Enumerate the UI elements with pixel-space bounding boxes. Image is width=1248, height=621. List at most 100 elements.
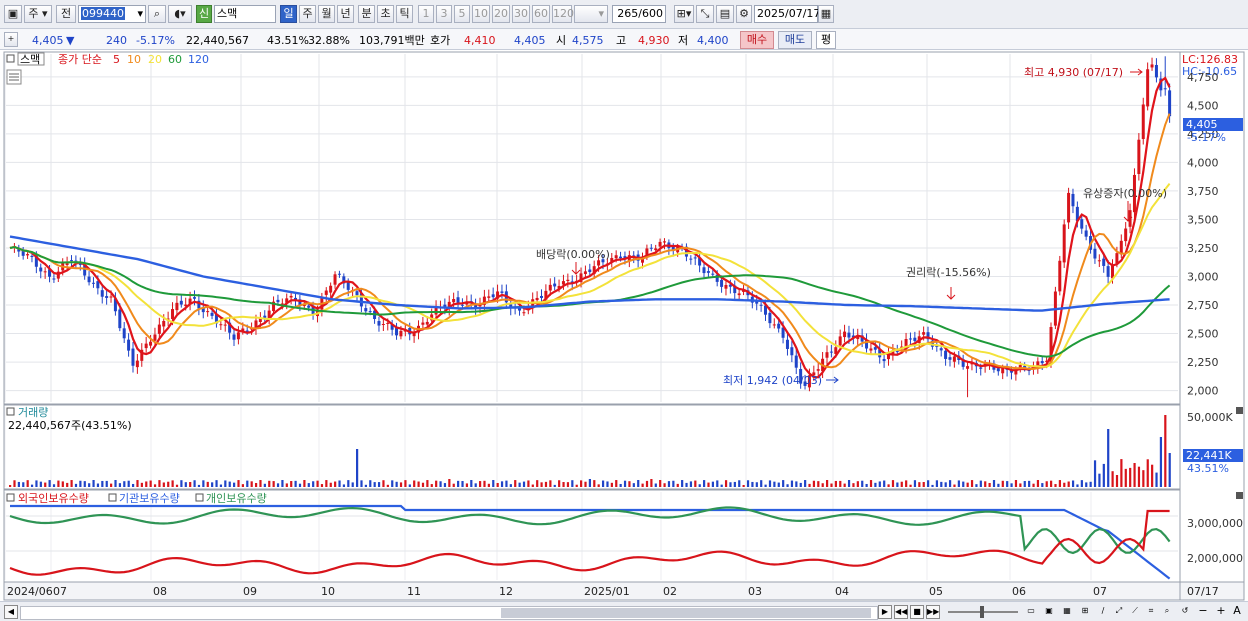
volume-bar [351, 482, 354, 487]
period-month-button[interactable]: 월 [318, 5, 335, 23]
volume-bar [821, 483, 824, 487]
volume-panel[interactable] [3, 404, 1181, 490]
period-year-button[interactable]: 년 [337, 5, 354, 23]
speaker-icon[interactable]: ◖▾ [168, 5, 192, 23]
interval-60-button[interactable]: 60 [532, 5, 550, 23]
font-size-icon[interactable]: A [1230, 605, 1244, 619]
stock-name-field[interactable]: 스맥 [214, 5, 276, 23]
holdings-panel[interactable] [3, 489, 1181, 583]
period-day-button[interactable]: 일 [280, 5, 297, 23]
zoom-in-icon[interactable]: + [1214, 605, 1228, 619]
jump-start-icon[interactable]: ◀◀ [894, 605, 908, 619]
chart-type-icon[interactable]: ⊞▾ [674, 5, 694, 23]
volume-bar [303, 480, 306, 487]
calendar-icon[interactable]: ▦ [818, 5, 834, 23]
gear-icon[interactable]: ⚙ [736, 5, 752, 23]
price-panel[interactable] [3, 51, 1181, 405]
period-tick-button[interactable]: 틱 [396, 5, 413, 23]
prev-button[interactable]: 전 [56, 5, 76, 23]
scroll-left-icon[interactable]: ◀ [4, 605, 18, 619]
zoom-slider-handle[interactable] [980, 606, 984, 618]
count-input[interactable]: 265/600 [612, 5, 666, 23]
candle-body [843, 331, 847, 338]
evaluate-button[interactable]: 평 [816, 31, 836, 49]
candle-body [869, 348, 873, 351]
interval-30-button[interactable]: 30 [512, 5, 530, 23]
reset-icon[interactable]: ↺ [1178, 605, 1192, 619]
compare-icon[interactable]: ⤢ [1112, 605, 1126, 619]
stock-chart[interactable]: 스맥 종가 단순 5 10 20 60 120 LC:126.83 HC:-10… [0, 51, 1248, 601]
volume-bar [233, 482, 236, 487]
date-input[interactable]: 2025/07/17 [754, 5, 820, 23]
tool-icon[interactable]: ⌗ [1144, 605, 1158, 619]
candle-body [425, 321, 429, 325]
scroll-thumb[interactable] [501, 608, 871, 618]
volume-close-icon[interactable] [1236, 407, 1243, 414]
candle-body [364, 308, 368, 312]
sell-button[interactable]: 매도 [778, 31, 812, 49]
holdings-close-icon[interactable] [1236, 492, 1243, 499]
candle-body [597, 260, 601, 266]
grid-icon[interactable]: ⊞ [1078, 605, 1092, 619]
interval-1-button[interactable]: 1 [418, 5, 434, 23]
toggle-icon[interactable]: + [4, 32, 18, 47]
volume-bar [329, 482, 332, 487]
volume-bar [900, 481, 903, 487]
interval-20-button[interactable]: 20 [492, 5, 510, 23]
low-label: 저 [678, 34, 689, 47]
candle-body [1137, 139, 1141, 174]
window-menu-icon[interactable]: ▣ [4, 5, 22, 23]
volume-bar [1019, 483, 1022, 487]
volume-bar [294, 480, 297, 487]
interval-120-button[interactable]: 120 [552, 5, 574, 23]
volume-bar [457, 480, 460, 487]
split-icon[interactable]: ▣ [1042, 605, 1056, 619]
table-icon[interactable]: ▦ [1060, 605, 1074, 619]
legend-ma120: 120 [188, 53, 209, 66]
scroll-right-icon[interactable]: ▶ [878, 605, 892, 619]
buy-button[interactable]: 매수 [740, 31, 774, 49]
volume-bar [263, 483, 266, 487]
search-icon[interactable]: ⌕ [148, 5, 166, 23]
interval-10-button[interactable]: 10 [472, 5, 490, 23]
chart-scrollbar[interactable]: ◀ ▶ ◀◀ ■ ▶▶ ▭ ▣ ▦ ⊞ ∕ ⤢ ⟋ ⌗ ⌕ ↺ − + A [0, 601, 1248, 621]
interval-dropdown[interactable]: ▾ [574, 5, 608, 23]
stock-code-input[interactable]: 099440 ▾ [78, 5, 146, 23]
volume-bar [26, 480, 29, 487]
x-axis-label: 10 [321, 585, 335, 598]
volume-bar [79, 480, 82, 487]
market-label: 주 [28, 7, 39, 20]
volume-bar [448, 479, 451, 487]
period-second-button[interactable]: 초 [377, 5, 394, 23]
candle-body [452, 298, 456, 303]
code-dropdown-icon[interactable]: ▾ [137, 6, 143, 22]
indicator-icon[interactable]: ⟋ [1128, 605, 1142, 619]
x-axis-label: 03 [748, 585, 762, 598]
volume-bar [1010, 483, 1013, 487]
market-select[interactable]: 주 ▾ [24, 5, 52, 23]
zoom-out-icon[interactable]: − [1196, 605, 1210, 619]
volume-bar [492, 480, 495, 487]
drawing-tool-icon[interactable]: ⤡ [696, 5, 714, 23]
volume-bar [136, 480, 139, 487]
volume-bar [606, 481, 609, 487]
stop-icon[interactable]: ■ [910, 605, 924, 619]
period-week-button[interactable]: 주 [299, 5, 316, 23]
volume-bar [703, 480, 706, 487]
scroll-track[interactable] [20, 606, 878, 620]
x-axis-label: 02 [663, 585, 677, 598]
jump-end-icon[interactable]: ▶▶ [926, 605, 940, 619]
interval-3-button[interactable]: 3 [436, 5, 452, 23]
period-minute-button[interactable]: 분 [358, 5, 375, 23]
interval-5-button[interactable]: 5 [454, 5, 470, 23]
search-chart-icon[interactable]: ⌕ [1160, 605, 1174, 619]
volume-bar [588, 479, 592, 487]
candle-body [179, 300, 183, 305]
save-icon[interactable]: ▤ [716, 5, 734, 23]
layout-icon[interactable]: ▭ [1024, 605, 1038, 619]
volume-bar [623, 480, 627, 487]
volume-bar [584, 481, 587, 487]
candle-body [223, 324, 227, 326]
zoom-slider[interactable] [948, 606, 1018, 618]
trend-line-icon[interactable]: ∕ [1096, 605, 1110, 619]
